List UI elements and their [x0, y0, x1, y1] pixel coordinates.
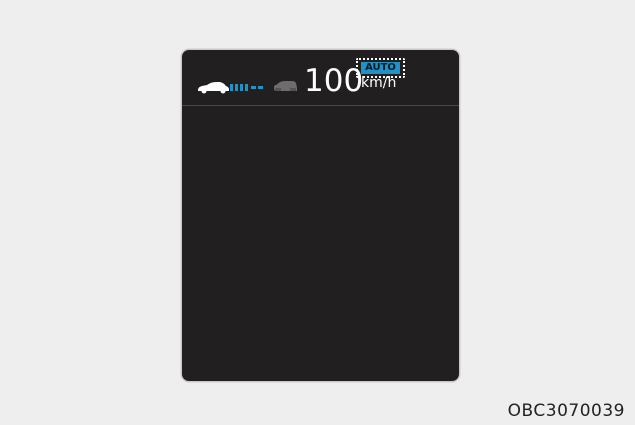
figure-code-label: OBC3070039: [507, 401, 625, 421]
cluster-display-panel: 100 km/h AUTO: [182, 50, 459, 381]
distance-bars-icon: [230, 84, 263, 91]
car-icon: [198, 82, 229, 94]
auto-mode-badge: AUTO: [356, 58, 405, 78]
set-speed-value: 100: [304, 63, 364, 99]
lead-car-icon: [274, 81, 297, 91]
auto-mode-label: AUTO: [361, 62, 400, 74]
panel-divider: [182, 105, 459, 106]
cruise-status-bar: 100 km/h AUTO: [182, 50, 459, 105]
